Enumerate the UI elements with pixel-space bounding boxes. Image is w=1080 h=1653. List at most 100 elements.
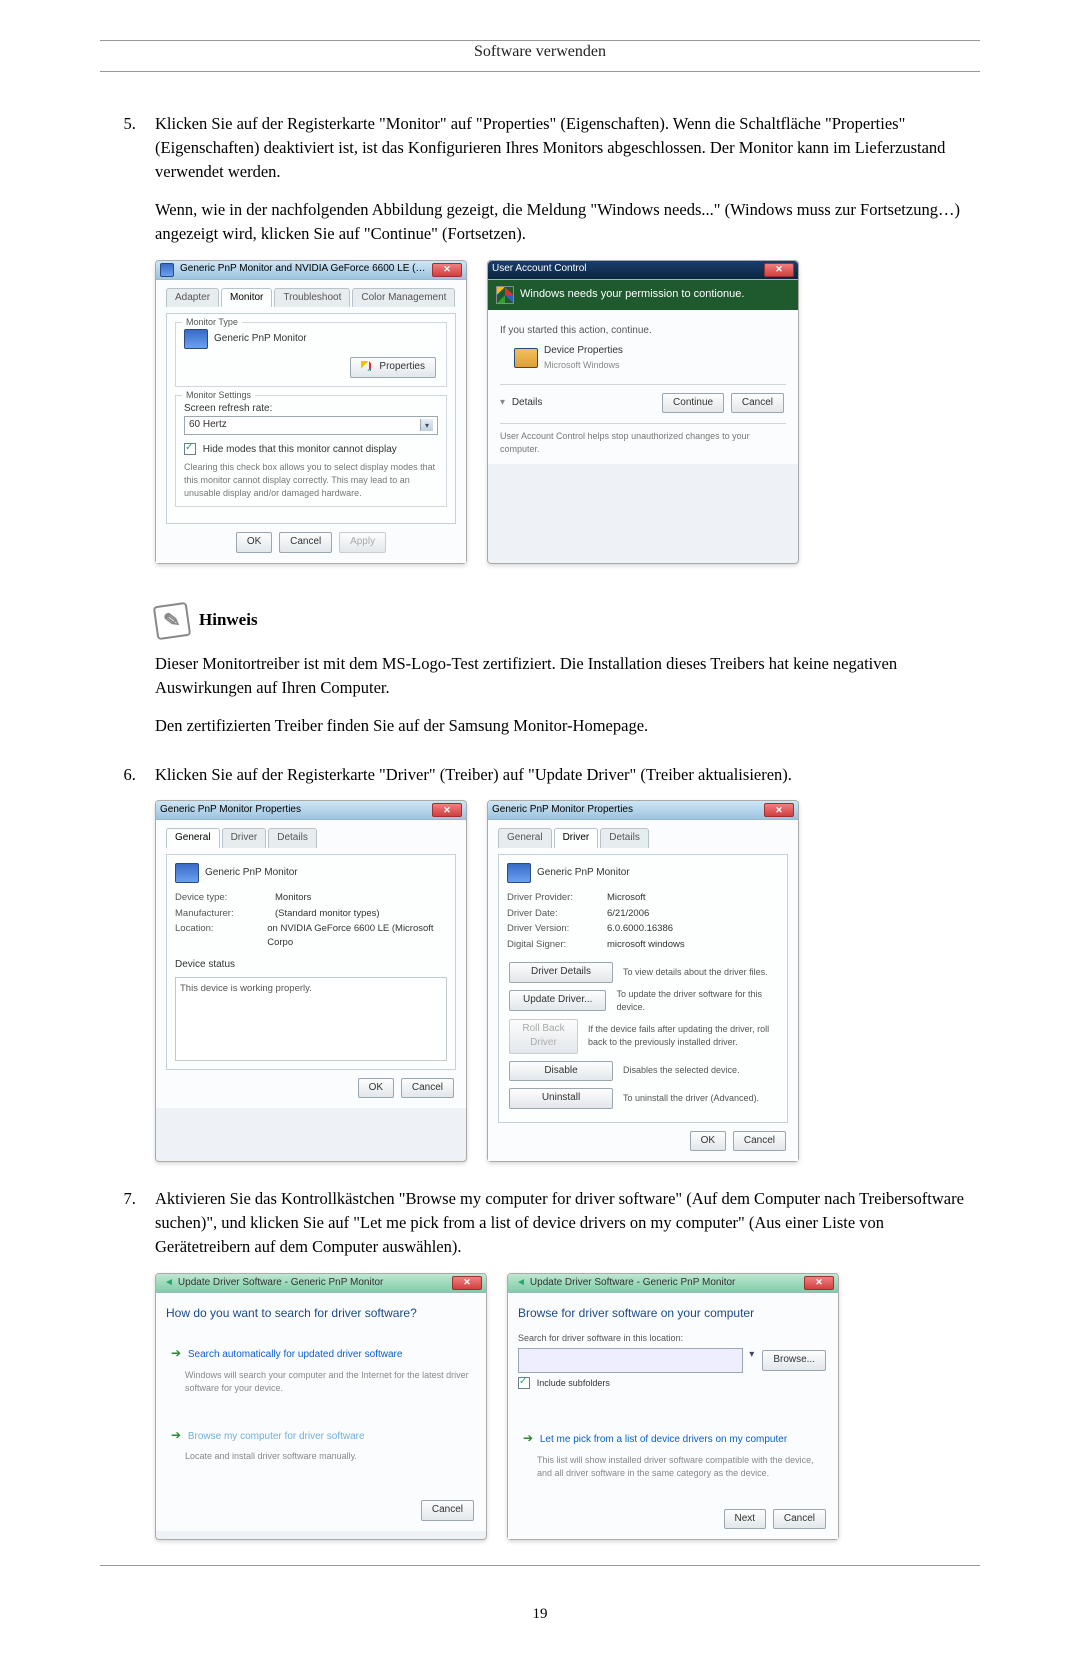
- disable-button[interactable]: Disable: [509, 1061, 613, 1082]
- digital-signer-label: Digital Signer:: [507, 938, 607, 952]
- option-search-auto-desc: Windows will search your computer and th…: [185, 1369, 471, 1395]
- cancel-button[interactable]: Cancel: [733, 1131, 786, 1152]
- close-icon[interactable]: ✕: [432, 263, 462, 277]
- manufacturer-label: Manufacturer:: [175, 907, 275, 921]
- uac-band-text: Windows needs your permission to contion…: [520, 287, 744, 303]
- shield-icon: [496, 286, 514, 304]
- monitor-icon: [184, 329, 208, 349]
- include-subfolders-checkbox[interactable]: [518, 1377, 530, 1389]
- driver-details-text: To view details about the driver files.: [623, 966, 768, 979]
- driver-details-button[interactable]: Driver Details: [509, 962, 613, 983]
- location-label: Location:: [175, 922, 267, 950]
- details-expander[interactable]: Details: [512, 397, 543, 408]
- tab-details[interactable]: Details: [268, 828, 317, 848]
- monitor-name: Generic PnP Monitor: [214, 332, 307, 347]
- note-p2: Den zertifizierten Treiber finden Sie au…: [155, 714, 980, 738]
- tab-color-management[interactable]: Color Management: [352, 288, 455, 308]
- option-browse-computer[interactable]: ➔ Browse my computer for driver software: [171, 1427, 471, 1445]
- close-icon[interactable]: ✕: [432, 803, 462, 817]
- ok-button[interactable]: OK: [358, 1078, 394, 1099]
- note-p1: Dieser Monitortreiber ist mit dem MS-Log…: [155, 652, 980, 700]
- window-device-properties-driver: Generic PnP Monitor Properties ✕ General…: [487, 800, 799, 1162]
- tab-driver[interactable]: Driver: [554, 828, 599, 848]
- note-icon: ✎: [153, 602, 191, 640]
- tab-details[interactable]: Details: [600, 828, 649, 848]
- cancel-button[interactable]: Cancel: [279, 532, 332, 553]
- option-pick-from-list[interactable]: ➔ Let me pick from a list of device driv…: [523, 1430, 823, 1448]
- window-icon: [160, 263, 174, 277]
- close-icon[interactable]: ✕: [452, 1276, 482, 1290]
- close-icon[interactable]: ✕: [804, 1276, 834, 1290]
- driver-version-value: 6.0.6000.16386: [607, 922, 673, 936]
- window-title: Generic PnP Monitor and NVIDIA GeForce 6…: [180, 262, 432, 277]
- uac-footer: User Account Control helps stop unauthor…: [500, 423, 786, 456]
- step-5-p1: Klicken Sie auf der Registerkarte "Monit…: [155, 112, 980, 184]
- tab-monitor[interactable]: Monitor: [221, 288, 272, 308]
- window-wizard-search: ◄ Update Driver Software - Generic PnP M…: [155, 1273, 487, 1541]
- monitor-icon: [175, 863, 199, 883]
- tab-driver[interactable]: Driver: [222, 828, 267, 848]
- wizard-heading: Browse for driver software on your compu…: [518, 1305, 828, 1322]
- driver-provider-label: Driver Provider:: [507, 891, 607, 905]
- option-search-auto[interactable]: ➔ Search automatically for updated drive…: [171, 1345, 471, 1363]
- uac-if-started: If you started this action, continue.: [500, 324, 786, 339]
- update-driver-button[interactable]: Update Driver...: [509, 990, 606, 1011]
- devtype-label: Device type:: [175, 891, 275, 905]
- page-number: 19: [100, 1606, 980, 1623]
- ok-button[interactable]: OK: [690, 1131, 726, 1152]
- properties-button[interactable]: Properties: [350, 357, 436, 378]
- arrow-icon: ➔: [171, 1428, 181, 1442]
- app-icon: [514, 348, 538, 368]
- group-monitor-type: Monitor Type: [182, 316, 242, 329]
- window-title: Update Driver Software - Generic PnP Mon…: [530, 1276, 804, 1291]
- hide-modes-help: Clearing this check box allows you to se…: [184, 461, 438, 500]
- chevron-down-icon[interactable]: ▾: [749, 1348, 754, 1373]
- tab-adapter[interactable]: Adapter: [166, 288, 219, 308]
- tab-troubleshoot[interactable]: Troubleshoot: [274, 288, 350, 308]
- monitor-icon: [507, 863, 531, 883]
- cancel-button[interactable]: Cancel: [773, 1509, 826, 1530]
- close-icon[interactable]: ✕: [764, 263, 794, 277]
- cancel-button[interactable]: Cancel: [731, 393, 784, 414]
- hide-modes-checkbox[interactable]: [184, 443, 196, 455]
- uninstall-button[interactable]: Uninstall: [509, 1088, 613, 1109]
- cancel-button[interactable]: Cancel: [401, 1078, 454, 1099]
- arrow-icon: ➔: [523, 1431, 533, 1445]
- hide-modes-label: Hide modes that this monitor cannot disp…: [203, 444, 397, 455]
- chevron-down-icon: [420, 419, 433, 431]
- refresh-combo[interactable]: 60 Hertz: [184, 416, 438, 435]
- window-monitor-properties: Generic PnP Monitor and NVIDIA GeForce 6…: [155, 260, 467, 564]
- window-title: Generic PnP Monitor Properties: [492, 803, 764, 818]
- digital-signer-value: microsoft windows: [607, 938, 685, 952]
- ok-button[interactable]: OK: [236, 532, 272, 553]
- driver-date-value: 6/21/2006: [607, 907, 649, 921]
- tab-general[interactable]: General: [166, 828, 220, 848]
- uninstall-text: To uninstall the driver (Advanced).: [623, 1092, 759, 1105]
- step-7: Aktivieren Sie das Kontrollkästchen "Bro…: [140, 1187, 980, 1540]
- browse-button[interactable]: Browse...: [762, 1350, 826, 1371]
- close-icon[interactable]: ✕: [764, 803, 794, 817]
- update-driver-text: To update the driver software for this d…: [616, 988, 779, 1014]
- group-monitor-settings: Monitor Settings: [182, 389, 255, 402]
- wizard-heading: How do you want to search for driver sof…: [166, 1305, 476, 1322]
- disable-text: Disables the selected device.: [623, 1064, 740, 1077]
- chevron-down-icon: ▾: [500, 397, 505, 408]
- uac-app-publisher: Microsoft Windows: [544, 359, 623, 372]
- back-icon[interactable]: ◄: [164, 1276, 174, 1291]
- cancel-button[interactable]: Cancel: [421, 1500, 474, 1521]
- window-title: Generic PnP Monitor Properties: [160, 803, 432, 818]
- back-icon[interactable]: ◄: [516, 1276, 526, 1291]
- driver-provider-value: Microsoft: [607, 891, 646, 905]
- note-title: Hinweis: [199, 608, 258, 633]
- rollback-driver-button[interactable]: Roll Back Driver: [509, 1019, 578, 1054]
- tab-general[interactable]: General: [498, 828, 552, 848]
- step-5: Klicken Sie auf der Registerkarte "Monit…: [140, 112, 980, 738]
- continue-button[interactable]: Continue: [662, 393, 724, 414]
- monitor-name: Generic PnP Monitor: [537, 866, 630, 881]
- apply-button[interactable]: Apply: [339, 532, 386, 553]
- next-button[interactable]: Next: [724, 1509, 767, 1530]
- window-wizard-browse: ◄ Update Driver Software - Generic PnP M…: [507, 1273, 839, 1541]
- location-input[interactable]: [518, 1348, 743, 1373]
- refresh-label: Screen refresh rate:: [184, 402, 438, 417]
- window-title: Update Driver Software - Generic PnP Mon…: [178, 1276, 452, 1291]
